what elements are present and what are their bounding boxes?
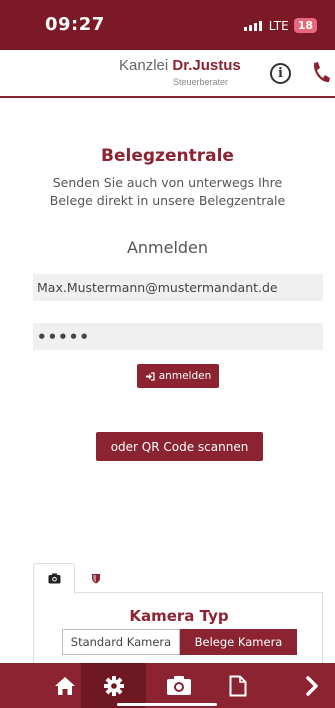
app-header: Kanzlei Dr.Justus Steuerberater i <box>0 50 335 98</box>
nav-settings[interactable] <box>81 663 146 708</box>
status-bar: 09:27 LTE 18 <box>0 0 335 50</box>
camera-type-toggle: Standard Kamera Belege Kamera <box>62 629 297 655</box>
login-button[interactable]: anmelden <box>137 364 219 388</box>
login-button-label: anmelden <box>158 370 212 382</box>
bottom-nav <box>0 663 335 708</box>
camera-panel: Kamera Typ Standard Kamera Belege Kamera <box>33 593 323 663</box>
logo-text: Kanzlei Dr.Justus <box>119 57 249 74</box>
email-field[interactable] <box>33 274 323 301</box>
qr-button-label: oder QR Code scannen <box>110 439 249 454</box>
document-icon <box>229 675 247 696</box>
home-indicator <box>117 703 217 706</box>
logo-prefix: Kanzlei <box>119 57 173 74</box>
phone-icon[interactable] <box>309 60 331 84</box>
password-field[interactable] <box>33 323 323 350</box>
tab-camera[interactable] <box>33 563 75 594</box>
logo: Kanzlei Dr.Justus Steuerberater <box>119 57 249 87</box>
shield-icon <box>92 574 100 584</box>
status-time: 09:27 <box>45 14 105 35</box>
gear-icon <box>103 675 124 696</box>
page-title: Belegzentrale <box>101 146 234 166</box>
home-icon <box>55 676 75 695</box>
belege-camera-option[interactable]: Belege Kamera <box>180 629 297 655</box>
chevron-right-icon <box>306 675 318 696</box>
battery-badge: 18 <box>293 18 317 33</box>
standard-camera-option[interactable]: Standard Kamera <box>62 629 180 655</box>
signal-icon <box>243 20 262 31</box>
nav-home[interactable] <box>50 663 80 708</box>
sign-in-icon <box>145 371 155 381</box>
camera-icon <box>167 676 191 695</box>
nav-camera[interactable] <box>161 663 197 708</box>
nav-next[interactable] <box>300 663 324 708</box>
camera-icon <box>48 573 60 584</box>
tab-shield[interactable] <box>81 563 111 594</box>
info-icon[interactable]: i <box>270 63 291 84</box>
network-label: LTE <box>268 18 289 33</box>
logo-name: Dr.Justus <box>172 57 241 74</box>
status-indicators: LTE 18 <box>243 18 317 33</box>
logo-subtitle: Steuerberater <box>173 77 229 87</box>
qr-scan-button[interactable]: oder QR Code scannen <box>96 432 263 461</box>
tab-bar <box>33 563 323 594</box>
camera-type-title: Kamera Typ <box>129 607 229 625</box>
page-subtitle: Senden Sie auch von unterwegs Ihre Beleg… <box>49 175 286 208</box>
login-heading: Anmelden <box>126 238 209 257</box>
nav-document[interactable] <box>226 663 250 708</box>
